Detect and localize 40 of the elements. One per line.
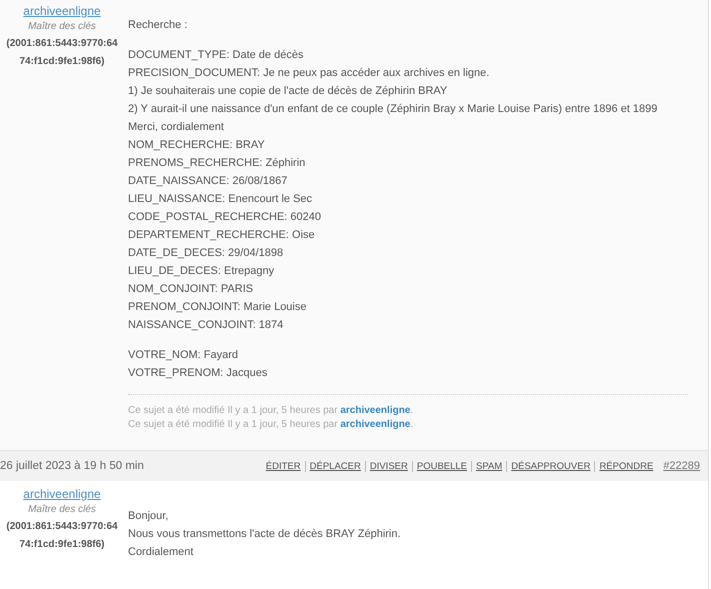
author-ip: (2001:861:5443:9770:64 74:f1cd:9fe1:98f6): [5, 37, 119, 69]
author-role: Maître des clés: [28, 21, 96, 32]
post-text-line: LIEU_NAISSANCE: Enencourt le Sec: [128, 192, 314, 207]
post-text-line: Cordialement: [128, 545, 194, 560]
post-text-line: NOM_RECHERCHE: BRAY: [128, 138, 266, 153]
post-text-line: Bonjour,: [128, 509, 170, 524]
moderation-link[interactable]: POUBELLE: [416, 460, 468, 472]
editor-link[interactable]: archiveenligne: [340, 419, 410, 430]
post-text-line: LIEU_DE_DECES: Etrepagny: [128, 264, 276, 279]
edit-notice: Ce sujet a été modifié Il y a 1 jour, 5 heures par archiveenligne.: [128, 419, 414, 430]
post-text-line: PRECISION_DOCUMENT: Je ne peux pas accéder aux archives en ligne.: [128, 66, 490, 81]
moderation-link[interactable]: SPAM: [476, 460, 502, 472]
post-text-line: DATE_NAISSANCE: 26/08/1867: [128, 174, 288, 189]
post-text-line: 1) Je souhaiterais une copie de l'acte de décès de Zéphirin BRAY: [128, 84, 448, 99]
moderation-link[interactable]: DÉSAPPROUVER: [511, 460, 590, 472]
reply-date: 26 juillet 2023 à 19 h 50 min: [0, 460, 144, 472]
moderation-link[interactable]: DÉPLACER: [310, 460, 361, 472]
author-link[interactable]: archiveenligne: [23, 487, 101, 501]
post-text-line: Recherche :: [128, 18, 188, 33]
post-text-line: NAISSANCE_CONJOINT: 1874: [128, 318, 284, 333]
author-ip: (2001:861:5443:9770:64 74:f1cd:9fe1:98f6): [5, 520, 119, 552]
post-text-line: DEPARTEMENT_RECHERCHE: Oise: [128, 228, 316, 243]
author-link[interactable]: archiveenligne: [23, 4, 101, 18]
editor-link[interactable]: archiveenligne: [340, 405, 410, 416]
post-text-line: NOM_CONJOINT: PARIS: [128, 282, 254, 297]
post-text-line: PRENOMS_RECHERCHE: Zéphirin: [128, 156, 306, 171]
author-role: Maître des clés: [28, 504, 96, 515]
post-text-line: DOCUMENT_TYPE: Date de décès: [128, 48, 304, 63]
permalink[interactable]: #22289: [663, 460, 700, 472]
post-text-line: CODE_POSTAL_RECHERCHE: 60240: [128, 210, 322, 225]
post-text-line: PRENOM_CONJOINT: Marie Louise: [128, 300, 308, 315]
post-text-line: 2) Y aurait-il une naissance d'un enfant de ce couple (Zéphirin Bray x Marie Louise Paris) entre 1896 et 1899 Merci, cordialement: [128, 102, 658, 135]
post-text-line: VOTRE_NOM: Fayard: [128, 348, 240, 363]
moderation-link[interactable]: ÉDITER: [266, 460, 301, 472]
post-text-line: Nous vous transmettons l'acte de décès BRAY Zéphirin.: [128, 527, 402, 542]
moderation-link[interactable]: RÉPONDRE: [599, 460, 654, 472]
post-text-line: VOTRE_PRENOM: Jacques: [128, 366, 268, 381]
edit-notice: Ce sujet a été modifié Il y a 1 jour, 5 heures par archiveenligne.: [128, 405, 414, 416]
moderation-link[interactable]: DIVISER: [370, 460, 408, 472]
post-text-line: DATE_DE_DECES: 29/04/1898: [128, 246, 284, 261]
